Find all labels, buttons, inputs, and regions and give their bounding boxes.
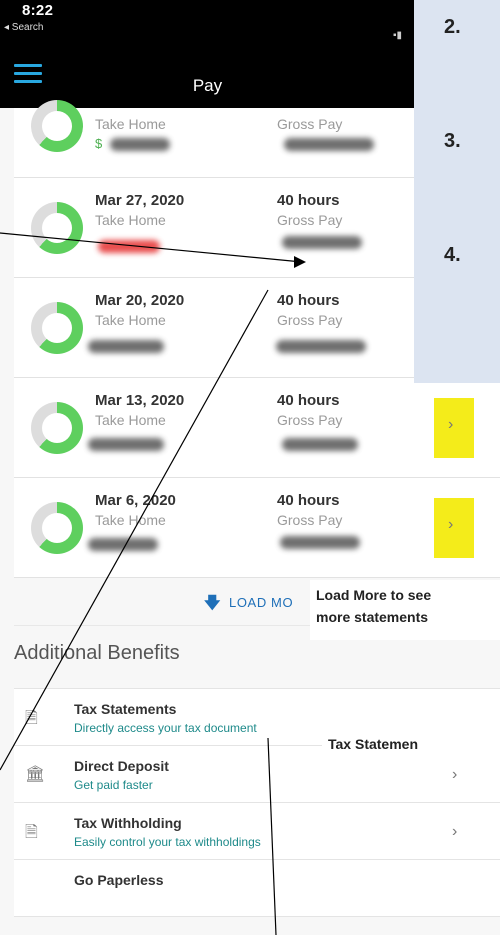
statement-date: Mar 13, 2020 — [95, 392, 185, 409]
highlighted-chevron[interactable]: › — [434, 498, 474, 558]
load-more-callout: Load More to see more statements — [310, 580, 500, 640]
status-bar: 8:22 ◂ Search ▪▮ — [0, 0, 415, 58]
pay-statement-row[interactable]: Mar 6, 2020 40 hours Take Home Gross Pay… — [14, 478, 500, 578]
step-number: 2. — [444, 16, 461, 38]
redacted-take-home — [88, 538, 158, 551]
statement-hours: 40 hours — [277, 492, 340, 509]
pay-donut-chart — [31, 402, 83, 454]
benefit-title: Tax Withholding — [74, 815, 182, 831]
document-icon: 🗎 — [25, 824, 38, 841]
take-home-label: Take Home — [95, 212, 166, 228]
benefits-list: 🗎 Tax Statements Directly access your ta… — [14, 688, 500, 917]
additional-benefits-heading: Additional Benefits — [14, 642, 180, 664]
step-number: 4. — [444, 244, 461, 266]
back-to-search-link[interactable]: ◂ Search — [4, 22, 43, 33]
statement-date: Mar 27, 2020 — [95, 192, 185, 209]
redacted-take-home — [88, 438, 164, 451]
take-home-label: Take Home — [95, 312, 166, 328]
benefit-title: Tax Statements — [74, 701, 177, 717]
benefit-title: Direct Deposit — [74, 758, 169, 774]
take-home-label: Take Home — [95, 412, 166, 428]
callout-line: Load More to see — [316, 587, 432, 603]
redacted-gross-pay — [280, 536, 360, 549]
page-title: Pay — [192, 76, 223, 95]
redacted-take-home — [110, 138, 170, 151]
load-more-label: LOAD MO — [229, 595, 294, 610]
tax-statements-callout: Tax Statemen — [322, 733, 500, 761]
callout-line: more statements — [316, 609, 429, 625]
benefit-subtitle: Directly access your tax document — [74, 721, 257, 735]
clock: 8:22 — [22, 2, 54, 19]
benefit-subtitle: Get paid faster — [74, 778, 153, 792]
benefit-subtitle: Easily control your tax withholdings — [74, 835, 261, 849]
take-home-label: Take Home — [95, 512, 166, 528]
arrow-down-icon: 🡇 — [204, 595, 221, 612]
pay-donut-chart — [31, 202, 83, 254]
step-number: 3. — [444, 130, 461, 152]
redacted-take-home — [88, 340, 164, 353]
benefit-go-paperless[interactable]: Go Paperless — [14, 860, 500, 917]
chevron-right-icon: › — [452, 766, 458, 783]
pay-statement-row[interactable]: Mar 13, 2020 40 hours Take Home Gross Pa… — [14, 378, 500, 478]
redacted-gross-pay — [284, 138, 374, 151]
redacted-gross-pay — [282, 236, 362, 249]
statement-date: Mar 6, 2020 — [95, 492, 176, 509]
chevron-right-icon: › — [448, 416, 454, 433]
benefit-title: Go Paperless — [74, 872, 164, 888]
gross-pay-label: Gross Pay — [277, 212, 343, 228]
signal-icon: ▪▮ — [393, 30, 403, 41]
gross-pay-label: Gross Pay — [277, 116, 343, 132]
benefit-tax-withholding[interactable]: 🗎 Tax Withholding Easily control your ta… — [14, 803, 500, 860]
document-icon: 🗎 — [25, 710, 38, 727]
take-home-currency: $ — [95, 136, 103, 151]
gross-pay-label: Gross Pay — [277, 412, 343, 428]
statement-date: Mar 20, 2020 — [95, 292, 185, 309]
chevron-right-icon: › — [452, 823, 458, 840]
bank-icon: 🏛 — [25, 766, 46, 783]
gross-pay-label: Gross Pay — [277, 312, 343, 328]
statement-hours: 40 hours — [277, 292, 340, 309]
highlighted-chevron[interactable]: › — [434, 398, 474, 458]
redacted-gross-pay — [282, 438, 358, 451]
gross-pay-label: Gross Pay — [277, 512, 343, 528]
take-home-label: Take Home — [95, 116, 166, 132]
redacted-gross-pay — [276, 340, 366, 353]
pay-donut-chart — [31, 502, 83, 554]
statement-hours: 40 hours — [277, 392, 340, 409]
statement-hours: 40 hours — [277, 192, 340, 209]
pay-donut-chart — [31, 302, 83, 354]
pay-donut-chart — [31, 100, 83, 152]
instruction-steps-panel: 2. 3. 4. — [414, 0, 500, 383]
redacted-take-home — [98, 240, 160, 253]
chevron-right-icon: › — [448, 516, 454, 533]
